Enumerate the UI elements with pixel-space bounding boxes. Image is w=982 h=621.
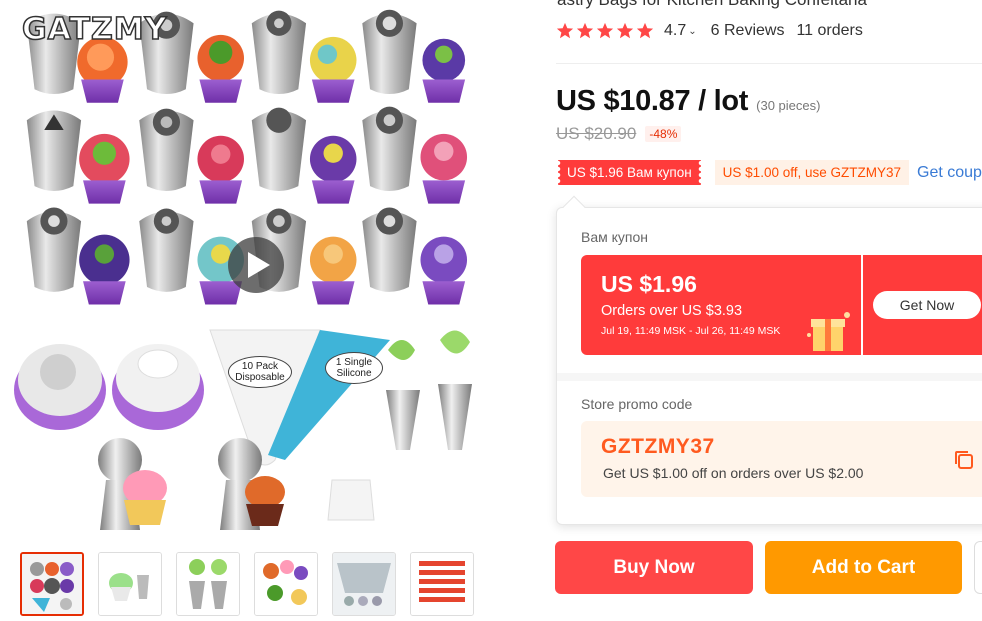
video-play-button[interactable] [228, 237, 284, 293]
discount-badge: -48% [645, 126, 682, 142]
main-product-image[interactable]: GATZMY 10 Pack Disposable 1 Single Silic… [10, 0, 480, 540]
thumbnail-1[interactable] [20, 552, 84, 616]
product-title: astry Bags for Kitchen Baking Confeitari… [557, 0, 867, 10]
thumbnail-6[interactable] [410, 552, 474, 616]
accessories-illustration [14, 329, 472, 530]
add-to-cart-button[interactable]: Add to Cart [765, 541, 962, 594]
thumbnail-6-image [411, 553, 473, 615]
rating-row: 4.7 ⌄ 6 Reviews 11 orders [556, 22, 863, 40]
coupon-row: US $1.96 Вам купон US $1.00 off, use GZT… [558, 160, 982, 185]
rating-value[interactable]: 4.7 [664, 22, 686, 40]
chevron-down-icon[interactable]: ⌄ [688, 26, 696, 37]
get-coupons-link[interactable]: Get coupons [917, 164, 982, 182]
thumbnail-4[interactable] [254, 552, 318, 616]
wishlist-button[interactable] [974, 541, 982, 594]
coupon-section-title: Вам купон [581, 229, 649, 245]
promo-code: GZTZMY37 [601, 435, 715, 458]
thumbnail-3[interactable] [176, 552, 240, 616]
thumbnail-4-image [255, 553, 317, 615]
brand-logo: GATZMY [21, 11, 168, 48]
divider [556, 63, 982, 64]
gift-icon [807, 312, 850, 351]
thumbnail-3-image [177, 553, 239, 615]
thumbnail-1-image [22, 554, 82, 614]
bag-label-silicone: 1 Single Silicone [325, 352, 383, 384]
star-icon [596, 22, 614, 39]
product-gallery: GATZMY 10 Pack Disposable 1 Single Silic… [0, 0, 545, 621]
bag-label-disposable: 10 Pack Disposable [228, 356, 292, 388]
old-price-row: US $20.90 -48% [556, 124, 682, 144]
promo-code-tag[interactable]: US $1.00 off, use GZTZMY37 [714, 160, 909, 185]
thumbnail-strip [20, 552, 474, 616]
buy-now-button[interactable]: Buy Now [555, 541, 753, 594]
coupon-amount: US $1.96 [601, 271, 697, 297]
star-icon [636, 22, 654, 39]
thumbnail-5-image [333, 553, 395, 615]
thumbnail-2-image [99, 553, 161, 615]
current-price: US $10.87 / lot [556, 85, 749, 117]
rating-stars [556, 22, 654, 40]
orders-count: 11 orders [796, 22, 863, 39]
star-icon [616, 22, 634, 39]
promo-description: Get US $1.00 off on orders over US $2.00 [603, 465, 864, 481]
pieces-count: (30 pieces) [756, 98, 821, 113]
coupon-condition: Orders over US $3.93 [601, 303, 743, 319]
reviews-link[interactable]: 6 Reviews [711, 22, 785, 40]
star-icon [576, 22, 594, 39]
thumbnail-5[interactable] [332, 552, 396, 616]
store-coupon-tag[interactable]: US $1.96 Вам купон [558, 160, 701, 185]
star-icon [556, 22, 574, 39]
coupon-card: US $1.96 Orders over US $3.93 Jul 19, 11… [581, 255, 982, 355]
thumbnail-2[interactable] [98, 552, 162, 616]
popover-divider [557, 373, 982, 381]
price-row: US $10.87 / lot (30 pieces) [556, 85, 820, 118]
play-icon [247, 252, 270, 278]
copy-icon[interactable] [953, 449, 975, 471]
coupon-card-action: Get Now [863, 255, 982, 355]
get-now-button[interactable]: Get Now [873, 291, 981, 319]
promo-code-card: GZTZMY37 Get US $1.00 off on orders over… [581, 421, 982, 497]
original-price: US $20.90 [556, 124, 637, 143]
coupon-popover: Вам купон US $1.96 Orders over US $3.93 … [556, 207, 982, 525]
promo-section-title: Store promo code [581, 396, 693, 412]
coupon-dates: Jul 19, 11:49 MSK - Jul 26, 11:49 MSK [601, 325, 781, 337]
coupon-card-body: US $1.96 Orders over US $3.93 Jul 19, 11… [581, 255, 861, 355]
